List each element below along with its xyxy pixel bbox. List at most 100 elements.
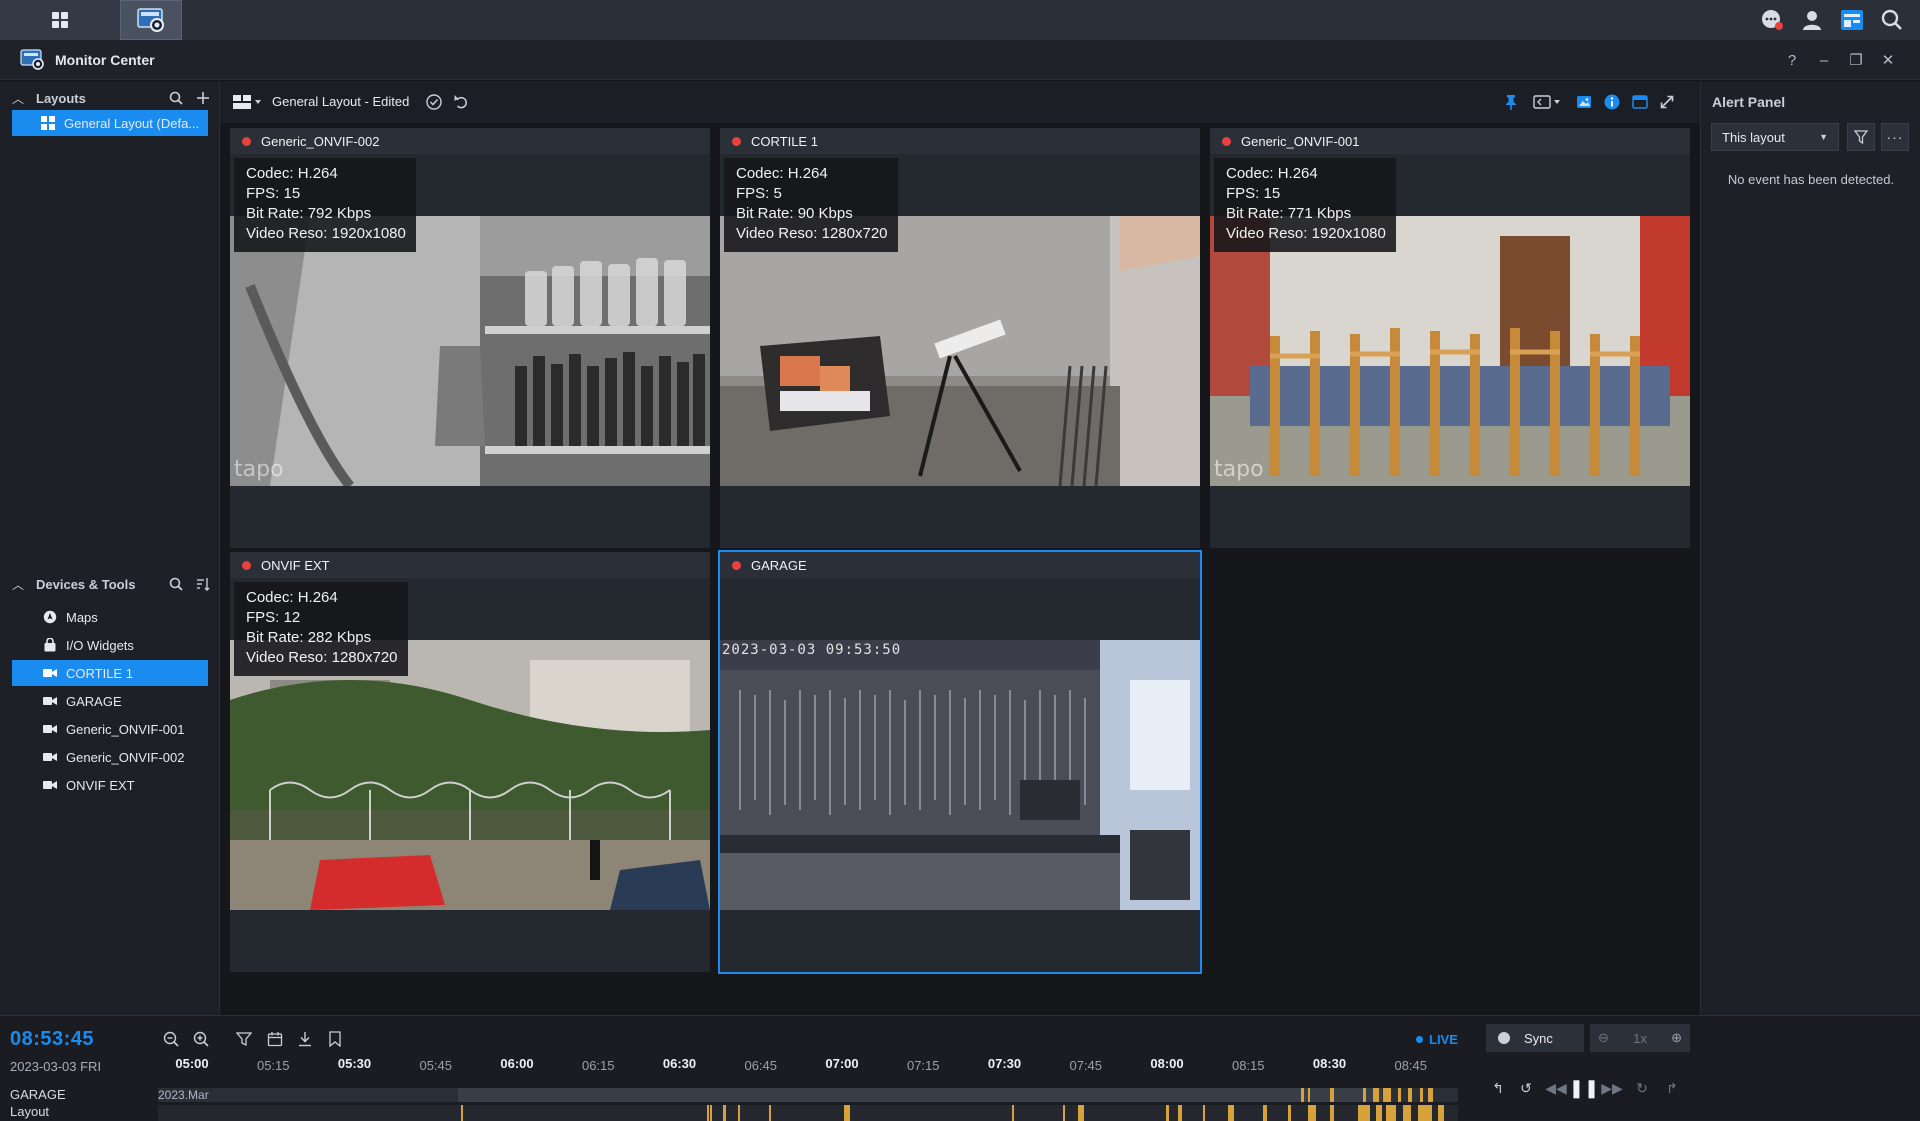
search-icon[interactable]	[167, 575, 185, 593]
chevron-up-icon[interactable]: ︿	[12, 576, 24, 593]
tile-header: Generic_ONVIF-001	[1210, 128, 1690, 154]
rewind-10-icon[interactable]: ↺	[1516, 1078, 1536, 1098]
calendar-icon[interactable]	[266, 1030, 284, 1048]
bitrate-text: Bit Rate: 90 Kbps	[736, 205, 853, 222]
video-feed[interactable]	[720, 216, 1200, 486]
bookmark-icon[interactable]	[326, 1030, 344, 1048]
timeline-tick-label: 06:00	[500, 1056, 534, 1071]
help-button[interactable]: ?	[1782, 50, 1802, 70]
fullscreen-icon[interactable]	[1658, 93, 1676, 111]
zoom-out-icon[interactable]	[162, 1030, 180, 1048]
chevron-up-icon[interactable]: ︿	[12, 90, 24, 107]
camera-tile-generic-onvif-001[interactable]: Generic_ONVIF-001 Codec: H.264 FPS: 15 B…	[1210, 128, 1690, 548]
search-icon[interactable]	[167, 89, 185, 107]
pin-icon[interactable]	[1502, 93, 1520, 111]
timeline-tick-label: 07:00	[825, 1056, 859, 1071]
stream-mode-dropdown[interactable]	[1532, 93, 1562, 111]
timeline-tick-label: 08:15	[1231, 1058, 1265, 1073]
close-button[interactable]: ✕	[1878, 50, 1898, 70]
video-feed[interactable]	[230, 640, 710, 910]
restore-button[interactable]: ❐	[1846, 50, 1866, 70]
left-panel: ︿ Layouts General Layout (Defa... ︿ Devi…	[0, 81, 220, 1015]
chat-tray-button[interactable]	[1752, 0, 1792, 40]
chevron-down-icon: ▼	[1819, 132, 1828, 142]
alert-filter-button[interactable]	[1847, 123, 1875, 151]
camera-icon	[42, 749, 58, 765]
layout-grid-dropdown[interactable]	[232, 93, 262, 111]
recording-track-garage[interactable]: 2023.Mar	[158, 1088, 1458, 1102]
search-tray-button[interactable]	[1872, 0, 1912, 40]
speed-increase-icon[interactable]: ⊕	[1671, 1030, 1682, 1046]
timeline-tick-label: 06:15	[581, 1058, 615, 1073]
device-item-garage[interactable]: GARAGE	[12, 688, 208, 714]
filter-icon[interactable]	[235, 1030, 253, 1048]
devices-section-header[interactable]: ︿ Devices & Tools	[0, 569, 220, 599]
undo-icon[interactable]	[452, 93, 470, 111]
video-frame-workshop	[720, 640, 1200, 910]
user-tray-button[interactable]	[1792, 0, 1832, 40]
device-item-io-widgets[interactable]: I/O Widgets	[12, 632, 208, 658]
layout-item-general[interactable]: General Layout (Defa...	[12, 110, 208, 136]
timeline-tick-label: 06:45	[744, 1058, 778, 1073]
video-feed[interactable]: tapo	[230, 216, 710, 486]
device-item-generic-onvif-001[interactable]: Generic_ONVIF-001	[12, 716, 208, 742]
layouts-section-header[interactable]: ︿ Layouts	[0, 83, 220, 113]
minimize-button[interactable]: –	[1814, 50, 1834, 70]
save-layout-icon[interactable]	[425, 93, 443, 111]
camera-tile-generic-onvif-002[interactable]: Generic_ONVIF-002 Codec: H.264 FPS: 15 B…	[230, 128, 710, 548]
speed-decrease-icon[interactable]: ⊖	[1598, 1030, 1609, 1046]
timeline-tick-label: 07:30	[987, 1056, 1022, 1071]
fps-text: FPS: 12	[246, 609, 301, 626]
video-feed[interactable]: 2023-03-03 09:53:50	[720, 640, 1200, 910]
pause-icon[interactable]: ❚❚	[1569, 1078, 1599, 1098]
camera-tile-garage[interactable]: GARAGE 2023-03-03 09:53:50	[718, 550, 1202, 974]
widgets-tray-button[interactable]	[1832, 0, 1872, 40]
camera-tile-cortile-1[interactable]: CORTILE 1 Codec: H.264 FPS: 5 Bit Rate: …	[720, 128, 1200, 548]
video-feed[interactable]: tapo	[1210, 216, 1690, 486]
snapshot-icon[interactable]	[1575, 93, 1593, 111]
forward-10-icon[interactable]: ↻	[1632, 1078, 1652, 1098]
video-frame-yard	[230, 640, 710, 910]
panel-toggle-icon[interactable]	[1631, 93, 1649, 111]
download-icon[interactable]	[296, 1030, 314, 1048]
timeline-tick-label: 08:45	[1394, 1058, 1428, 1073]
recording-indicator	[732, 560, 741, 570]
monitor-center-taskbar-button[interactable]	[120, 0, 182, 40]
zoom-in-icon[interactable]	[192, 1030, 210, 1048]
track-label-layout: Layout	[10, 1104, 50, 1119]
event-marker	[1373, 1088, 1379, 1102]
sort-icon[interactable]	[194, 575, 212, 593]
event-marker	[1203, 1105, 1205, 1121]
fast-rewind-icon[interactable]: ◀◀	[1545, 1078, 1567, 1098]
event-marker	[1178, 1105, 1182, 1121]
live-indicator[interactable]: LIVE	[1416, 1032, 1458, 1047]
camera-tile-onvif-ext[interactable]: ONVIF EXT Codec: H.264 FPS: 12 Bit Rate:…	[230, 552, 710, 972]
device-item-maps[interactable]: Maps	[12, 604, 208, 630]
event-marker	[1358, 1105, 1370, 1121]
sync-button[interactable]: Sync	[1486, 1024, 1584, 1052]
next-event-icon[interactable]: ↱	[1662, 1078, 1682, 1098]
event-marker	[1012, 1105, 1014, 1121]
timeline-tick-label: 05:30	[337, 1056, 372, 1071]
io-widget-icon	[42, 637, 58, 653]
info-icon[interactable]	[1603, 93, 1621, 111]
device-item-onvif-ext[interactable]: ONVIF EXT	[12, 772, 208, 798]
alert-scope-select[interactable]: This layout ▼	[1711, 123, 1839, 151]
recording-track-layout[interactable]	[158, 1105, 1458, 1121]
alert-more-button[interactable]: ···	[1881, 123, 1909, 151]
previous-event-icon[interactable]: ↰	[1488, 1078, 1508, 1098]
event-marker	[1288, 1105, 1291, 1121]
recording-indicator	[732, 136, 741, 146]
fps-text: FPS: 5	[736, 185, 782, 202]
sync-toggle-icon	[1498, 1032, 1510, 1044]
fast-forward-icon[interactable]: ▶▶	[1601, 1078, 1623, 1098]
device-item-cortile-1[interactable]: CORTILE 1	[12, 660, 208, 686]
track-label-garage: GARAGE	[10, 1087, 66, 1102]
tile-header: Generic_ONVIF-002	[230, 128, 710, 154]
device-item-generic-onvif-002[interactable]: Generic_ONVIF-002	[12, 744, 208, 770]
event-marker	[1301, 1088, 1304, 1102]
event-marker	[1063, 1105, 1065, 1121]
fps-text: FPS: 15	[1226, 185, 1281, 202]
add-layout-icon[interactable]	[194, 89, 212, 107]
main-menu-button[interactable]	[0, 0, 120, 40]
